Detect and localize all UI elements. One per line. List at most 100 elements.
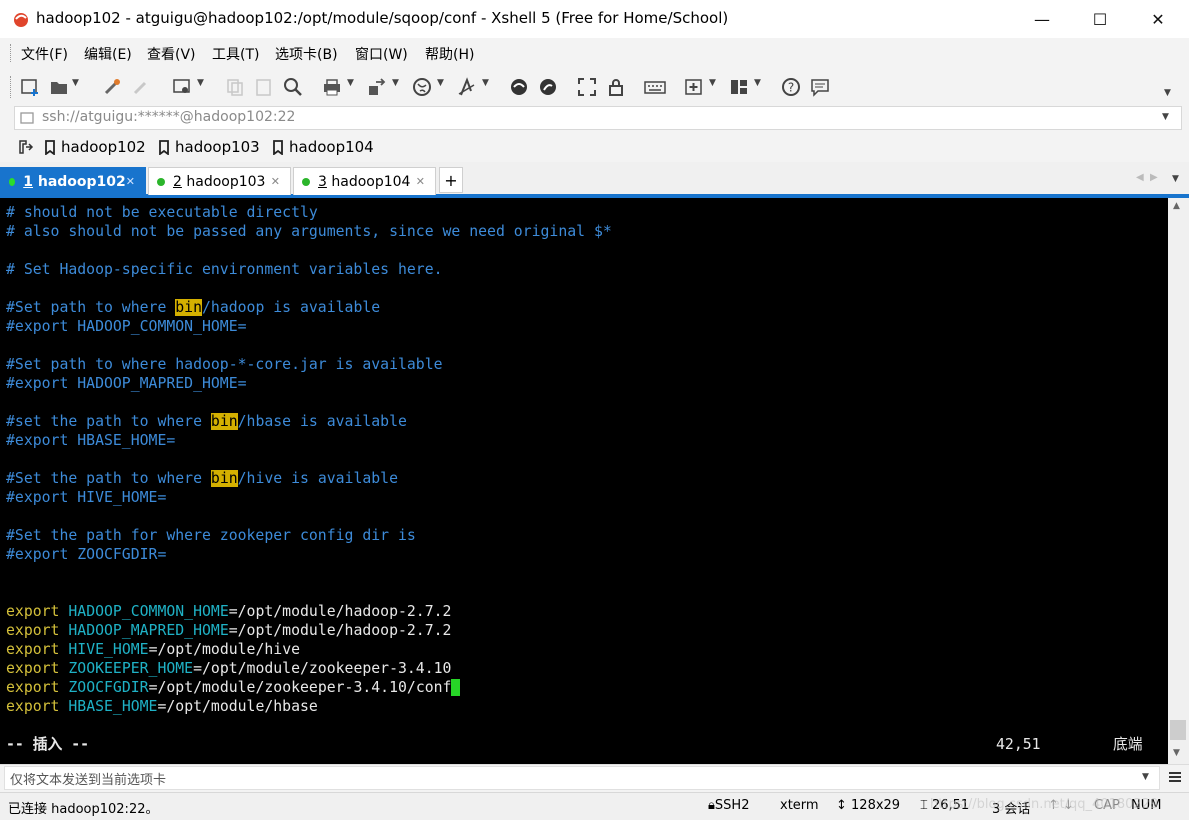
menu-window[interactable]: 窗口(W) (355, 44, 408, 64)
status-dot-icon (157, 177, 165, 186)
tab-hadoop104[interactable]: 3 hadoop104 ✕ (293, 167, 436, 195)
layout-icon[interactable] (728, 76, 750, 98)
vertical-scrollbar[interactable] (1168, 198, 1189, 764)
tab-hadoop103[interactable]: 2 hadoop103 ✕ (148, 167, 291, 195)
add-tab-button[interactable]: + (439, 167, 463, 193)
chevron-down-icon[interactable]: ▼ (437, 78, 444, 88)
chat-icon[interactable] (809, 76, 831, 98)
toolbar-grip (10, 76, 14, 98)
copy-icon[interactable] (224, 76, 246, 98)
status-dot-icon (9, 177, 16, 186)
bookmark-icon (273, 140, 283, 155)
search-highlight: bin (175, 299, 202, 316)
terminal[interactable]: # should not be executable directly # al… (0, 198, 1168, 764)
transfer-icon[interactable] (366, 76, 388, 98)
lock-icon[interactable] (605, 76, 627, 98)
tab-title: hadoop104 (331, 173, 411, 190)
compose-menu-icon[interactable] (1167, 769, 1183, 785)
find-icon[interactable] (282, 76, 304, 98)
new-tab-icon[interactable] (683, 76, 705, 98)
new-session-icon[interactable] (19, 76, 41, 98)
text-cursor (451, 679, 461, 696)
compose-dropdown-icon[interactable]: ▼ (1142, 772, 1149, 782)
terminal-line: export HIVE_HOME=/opt/module/hive (6, 641, 301, 658)
tab-scroll-right-icon[interactable]: ▶ (1150, 172, 1158, 183)
status-size: ↕ 128x29 (836, 798, 901, 813)
paste-icon[interactable] (253, 76, 275, 98)
compose-placeholder: 仅将文本发送到当前选项卡 (10, 773, 167, 788)
tab-number: 2 (173, 173, 182, 190)
tab-list-icon[interactable]: ▼ (1172, 174, 1179, 184)
disconnect-icon[interactable] (130, 76, 152, 98)
menu-view[interactable]: 查看(V) (147, 44, 196, 64)
terminal-line: #export HBASE_HOME= (6, 432, 176, 449)
watermark: https://blog.csdn.net/qq_40180229 (930, 797, 1159, 812)
scroll-up-icon[interactable]: ▲ (1173, 201, 1180, 211)
menu-file[interactable]: 文件(F) (21, 44, 68, 64)
chevron-down-icon[interactable]: ▼ (754, 78, 761, 88)
chevron-down-icon[interactable]: ▼ (347, 78, 354, 88)
menu-tabs[interactable]: 选项卡(B) (275, 44, 338, 64)
close-icon: ✕ (1151, 9, 1165, 29)
properties-icon[interactable] (171, 76, 193, 98)
close-tab-icon[interactable]: ✕ (126, 175, 135, 188)
terminal-line: # Set Hadoop-specific environment variab… (6, 261, 443, 278)
title-bar: hadoop102 - atguigu@hadoop102:/opt/modul… (0, 0, 1189, 38)
terminal-line: export ZOOCFGDIR=/opt/module/zookeeper-3… (6, 678, 461, 697)
chevron-down-icon[interactable]: ▼ (709, 78, 716, 88)
tab-hadoop102[interactable]: 1 hadoop102 ✕ (0, 167, 146, 195)
compose-input[interactable] (4, 766, 1160, 790)
maximize-button[interactable]: ☐ (1071, 0, 1129, 38)
chevron-down-icon[interactable]: ▼ (72, 78, 79, 88)
address-dropdown-icon[interactable]: ▼ (1162, 112, 1169, 122)
close-button[interactable]: ✕ (1129, 0, 1187, 38)
link-hadoop102[interactable]: hadoop102 (61, 138, 146, 156)
tab-scroll-left-icon[interactable]: ◀ (1136, 172, 1144, 183)
toolbar-overflow-icon[interactable]: ▼ (1164, 88, 1171, 98)
font-icon[interactable] (456, 76, 478, 98)
lock-icon: 🔒︎ (708, 798, 715, 813)
terminal-line: # also should not be passed any argument… (6, 223, 612, 240)
open-folder-icon[interactable] (48, 76, 70, 98)
xmanager-icon[interactable] (537, 76, 559, 98)
chevron-down-icon[interactable]: ▼ (197, 78, 204, 88)
vim-scroll: 底端 (1113, 736, 1143, 753)
chevron-down-icon[interactable]: ▼ (482, 78, 489, 88)
close-tab-icon[interactable]: ✕ (416, 175, 425, 188)
close-tab-icon[interactable]: ✕ (271, 175, 280, 188)
fullscreen-icon[interactable] (576, 76, 598, 98)
search-highlight: bin (210, 470, 238, 487)
globe-icon[interactable] (411, 76, 433, 98)
scroll-down-icon[interactable]: ▼ (1173, 748, 1180, 758)
reconnect-icon[interactable] (101, 76, 123, 98)
minimize-icon: — (1034, 9, 1050, 29)
print-icon[interactable] (321, 76, 343, 98)
terminal-line: export ZOOKEEPER_HOME=/opt/module/zookee… (6, 660, 452, 677)
terminal-line: #export HADOOP_COMMON_HOME= (6, 318, 247, 335)
help-icon[interactable]: ? (780, 76, 802, 98)
plus-icon: + (444, 170, 458, 190)
status-dot-icon (302, 177, 310, 186)
scrollbar-thumb[interactable] (1170, 720, 1186, 740)
links-arrow-icon[interactable] (18, 139, 34, 155)
maximize-icon: ☐ (1092, 9, 1108, 29)
terminal-line: #set the path to where bin/hbase is avai… (6, 413, 407, 430)
tab-number: 3 (318, 173, 327, 190)
xshell-logo-icon (14, 13, 28, 27)
tab-title: hadoop103 (186, 173, 266, 190)
link-hadoop104[interactable]: hadoop104 (289, 138, 374, 156)
status-term: xterm (780, 798, 819, 813)
terminal-line: export HADOOP_COMMON_HOME=/opt/module/ha… (6, 603, 452, 620)
menu-help[interactable]: 帮助(H) (425, 44, 474, 64)
menu-edit[interactable]: 编辑(E) (84, 44, 132, 64)
terminal-line: #export ZOOCFGDIR= (6, 546, 167, 563)
minimize-button[interactable]: — (1013, 0, 1071, 38)
tab-label: 1 hadoop102 (23, 174, 126, 190)
vim-position: 42,51 (996, 736, 1041, 753)
chevron-down-icon[interactable]: ▼ (392, 78, 399, 88)
xftp-icon[interactable] (508, 76, 530, 98)
status-protocol: 🔒︎SSH2 (708, 798, 750, 813)
keyboard-icon[interactable] (644, 76, 666, 98)
menu-tools[interactable]: 工具(T) (212, 44, 259, 64)
link-hadoop103[interactable]: hadoop103 (175, 138, 260, 156)
